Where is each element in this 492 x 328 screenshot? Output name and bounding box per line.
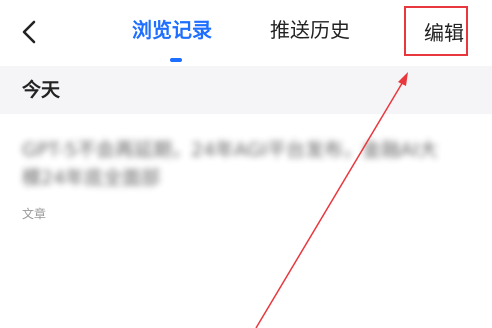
screen: 浏览记录 推送历史 编辑 今天 GPT-5不会再延期，24年AGI平台发布，金融… <box>0 0 492 328</box>
annotation-arrow <box>255 72 408 328</box>
